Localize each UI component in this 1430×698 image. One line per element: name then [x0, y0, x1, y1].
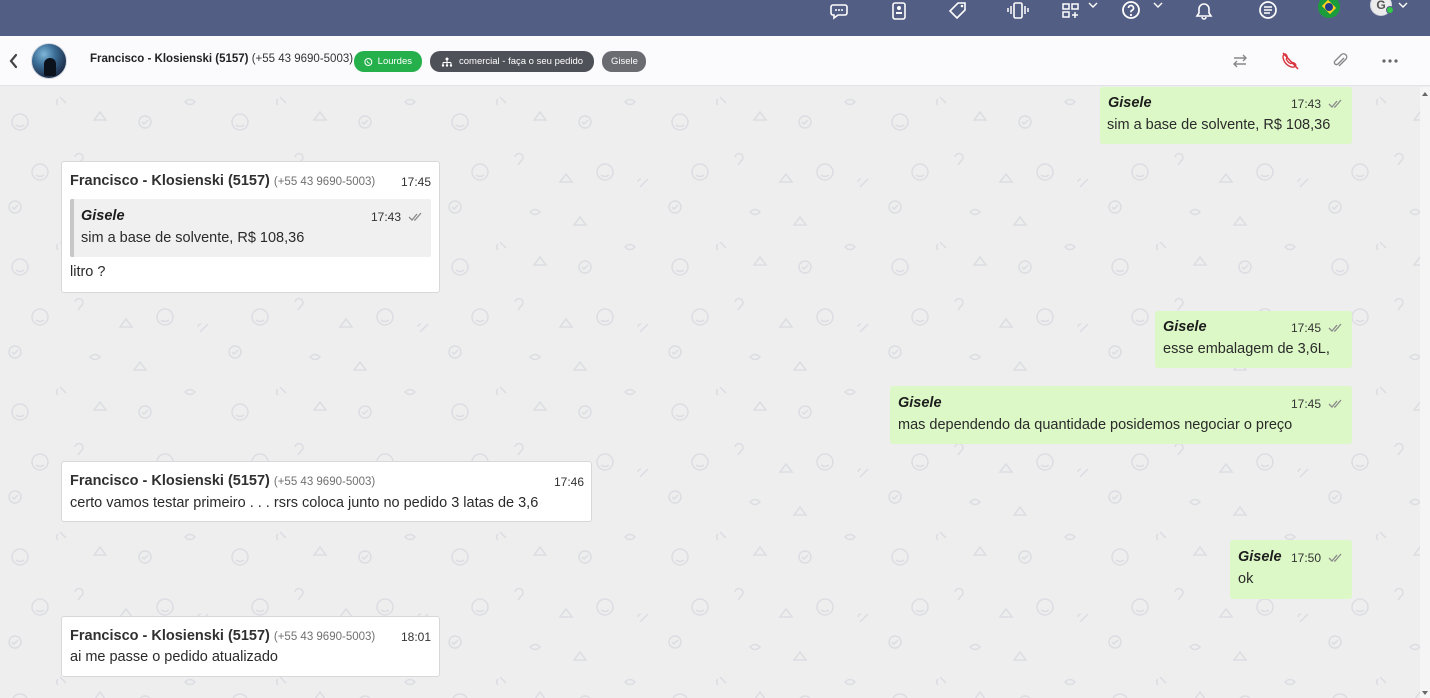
- help-icon[interactable]: [1116, 0, 1146, 22]
- contact-title[interactable]: Francisco - Klosienski (5157) (+55 43 96…: [90, 53, 353, 65]
- more-dots-icon: [1382, 59, 1398, 63]
- paperclip-icon: [1333, 53, 1348, 67]
- message-sender: Francisco - Klosienski (5157) (+55 43 96…: [70, 628, 375, 644]
- message-incoming[interactable]: Francisco - Klosienski (5157) (+55 43 96…: [61, 461, 592, 522]
- message-sender: Gisele: [1163, 319, 1207, 335]
- sender-name: Francisco - Klosienski (5157): [70, 173, 270, 189]
- scroll-up-arrow-icon[interactable]: [1422, 92, 1428, 96]
- whatsapp-icon: [364, 57, 373, 66]
- double-check-icon: [408, 212, 422, 221]
- message-time: 17:45: [401, 175, 432, 189]
- chat-header: Francisco - Klosienski (5157) (+55 43 96…: [0, 36, 1430, 86]
- message-incoming[interactable]: Francisco - Klosienski (5157) (+55 43 96…: [61, 161, 440, 293]
- brazil-flag-icon[interactable]: [1318, 0, 1340, 18]
- message-text: mas dependendo da quantidade posidemos n…: [898, 417, 1293, 433]
- whatsapp-tag-label: Lourdes: [377, 56, 412, 67]
- chevron-down-icon[interactable]: [1397, 0, 1409, 12]
- sender-phone: (+55 43 9690-5003): [273, 476, 376, 488]
- chat-scrollbar[interactable]: [1420, 87, 1430, 698]
- message-sender: Francisco - Klosienski (5157) (+55 43 96…: [70, 473, 375, 489]
- quoted-sender: Gisele: [81, 208, 125, 224]
- message-time: 17:45: [1291, 397, 1322, 411]
- message-text: litro ?: [70, 264, 106, 280]
- agent-tag[interactable]: Gisele: [602, 51, 646, 72]
- contact-avatar[interactable]: [31, 43, 67, 79]
- phone-vibrate-icon[interactable]: [1003, 0, 1033, 22]
- message-text: sim a base de solvente, R$ 108,36: [1107, 117, 1331, 133]
- sender-phone: (+55 43 9690-5003): [273, 176, 376, 188]
- more-options-button[interactable]: [1379, 50, 1401, 72]
- transfer-button[interactable]: [1229, 50, 1251, 72]
- scroll-down-arrow-icon[interactable]: [1422, 691, 1428, 695]
- sender-phone: (+55 43 9690-5003): [273, 631, 376, 643]
- tag-icon[interactable]: [943, 0, 973, 22]
- message-text: ai me passe o pedido atualizado: [70, 649, 278, 665]
- department-tag[interactable]: comercial - faça o seu pedido: [430, 51, 594, 72]
- org-chart-icon: [441, 57, 453, 67]
- message-sender: Gisele: [1238, 549, 1282, 565]
- double-check-icon: [1328, 553, 1342, 562]
- id-badge-icon[interactable]: [884, 0, 914, 22]
- apps-add-icon[interactable]: [1056, 0, 1086, 22]
- message-sender: Gisele: [1108, 95, 1152, 111]
- contact-phone: (+55 43 9690-5003): [251, 53, 354, 65]
- message-text: esse embalagem de 3,6L,: [1163, 341, 1330, 357]
- bell-icon[interactable]: [1189, 0, 1219, 22]
- double-check-icon: [1328, 99, 1342, 108]
- message-sender: Gisele: [898, 395, 942, 411]
- message-time: 17:46: [554, 475, 585, 489]
- message-time: 17:45: [1291, 321, 1322, 335]
- message-outgoing[interactable]: Gisele 17:45 mas dependendo da quantidad…: [890, 386, 1352, 444]
- top-app-bar: G: [0, 0, 1430, 36]
- phone-slash-icon: [1282, 52, 1299, 70]
- message-text: certo vamos testar primeiro . . . rsrs c…: [70, 495, 539, 511]
- message-outgoing[interactable]: Gisele 17:43 sim a base de solvente, R$ …: [1100, 87, 1352, 144]
- online-status-dot: [1386, 6, 1394, 14]
- department-tag-label: comercial - faça o seu pedido: [459, 56, 584, 67]
- message-text: ok: [1238, 571, 1254, 587]
- message-time: 17:50: [1291, 551, 1322, 565]
- chat-bubble-icon[interactable]: [824, 0, 854, 22]
- quoted-text: sim a base de solvente, R$ 108,36: [81, 230, 305, 246]
- whatsapp-connection-tag[interactable]: Lourdes: [354, 51, 422, 72]
- message-outgoing[interactable]: Gisele 17:45 esse embalagem de 3,6L,: [1155, 311, 1352, 368]
- message-outgoing[interactable]: Gisele 17:50 ok: [1230, 540, 1352, 599]
- message-sender: Francisco - Klosienski (5157) (+55 43 96…: [70, 173, 375, 189]
- sender-name: Francisco - Klosienski (5157): [70, 628, 270, 644]
- chevron-down-icon[interactable]: [1152, 0, 1164, 12]
- quoted-message[interactable]: Gisele 17:43 sim a base de solvente, R$ …: [70, 199, 431, 257]
- contact-name: Francisco - Klosienski (5157): [90, 53, 249, 65]
- double-check-icon: [1328, 323, 1342, 332]
- message-incoming[interactable]: Francisco - Klosienski (5157) (+55 43 96…: [61, 616, 440, 677]
- double-check-icon: [1328, 399, 1342, 408]
- chevron-down-icon[interactable]: [1087, 0, 1099, 12]
- agent-tag-label: Gisele: [611, 56, 638, 67]
- message-time: 18:01: [401, 630, 432, 644]
- attach-button[interactable]: [1329, 50, 1351, 72]
- transfer-arrows-icon: [1233, 54, 1247, 68]
- chat-messages-area[interactable]: Gisele 17:43 sim a base de solvente, R$ …: [0, 87, 1420, 698]
- end-call-button[interactable]: [1279, 50, 1301, 72]
- list-icon[interactable]: [1253, 0, 1283, 22]
- back-arrow-icon[interactable]: [6, 51, 22, 71]
- avatar-letter: G: [1376, 0, 1386, 12]
- quoted-time: 17:43: [371, 210, 402, 224]
- sender-name: Francisco - Klosienski (5157): [70, 473, 270, 489]
- message-time: 17:43: [1291, 97, 1322, 111]
